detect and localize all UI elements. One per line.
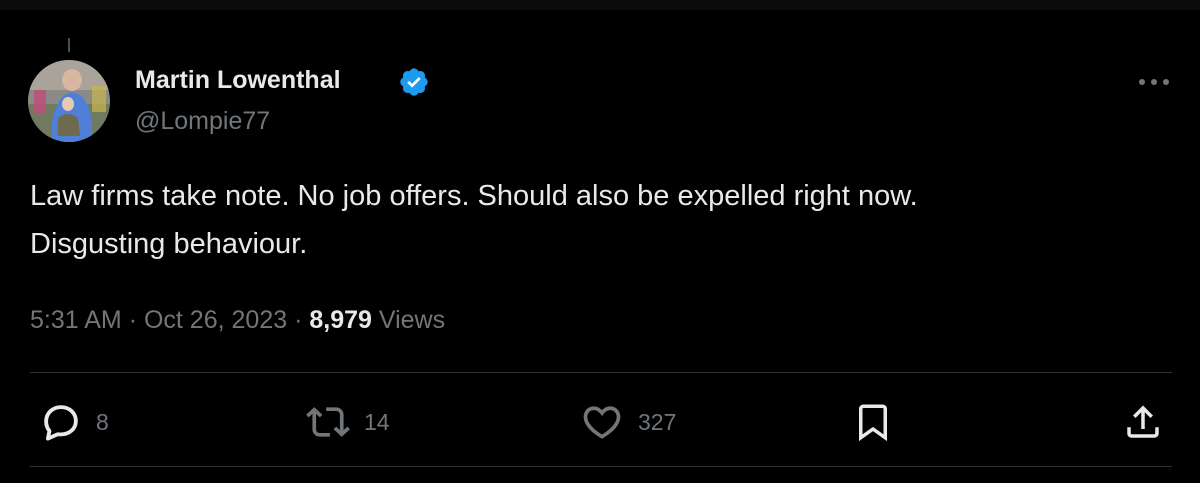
divider-bottom	[30, 466, 1172, 467]
tweet-meta: 5:31 AM · Oct 26, 2023 · 8,979 Views	[30, 302, 445, 338]
tweet-text-line-1: Law firms take note. No job offers. Shou…	[30, 180, 918, 212]
user-handle[interactable]: @Lompie77	[135, 104, 270, 138]
reply-icon	[44, 405, 78, 441]
tweet-date[interactable]: Oct 26, 2023	[144, 306, 287, 334]
views-label: Views	[378, 306, 446, 334]
bookmark-icon	[859, 404, 887, 442]
share-icon	[1127, 405, 1159, 438]
retweet-icon	[306, 407, 350, 437]
tweet-time[interactable]: 5:31 AM	[30, 306, 122, 334]
meta-separator-2: ·	[294, 306, 303, 334]
reply-button[interactable]: 8	[40, 400, 109, 444]
avatar[interactable]	[28, 60, 110, 142]
top-strip	[0, 0, 1200, 10]
tweet-card: Martin Lowenthal @Lompie77 Law firms tak…	[0, 0, 1200, 483]
share-button[interactable]	[1122, 400, 1164, 444]
bookmark-button[interactable]	[852, 400, 894, 444]
views-count: 8,979	[309, 306, 372, 334]
like-count: 327	[638, 408, 677, 435]
reply-count: 8	[96, 408, 109, 435]
divider-top	[30, 372, 1172, 373]
tweet-text: Law firms take note. No job offers. Shou…	[30, 172, 1170, 268]
thread-line	[68, 38, 70, 52]
heart-icon	[583, 406, 621, 439]
more-options-icon[interactable]	[1136, 72, 1172, 92]
retweet-count: 14	[364, 408, 390, 435]
meta-separator: ·	[128, 306, 138, 334]
like-button[interactable]: 327	[580, 400, 676, 444]
retweet-button[interactable]: 14	[306, 400, 390, 444]
display-name[interactable]: Martin Lowenthal	[135, 62, 341, 98]
verified-badge-icon	[400, 68, 428, 96]
tweet-text-line-2: Disgusting behaviour.	[30, 228, 308, 260]
